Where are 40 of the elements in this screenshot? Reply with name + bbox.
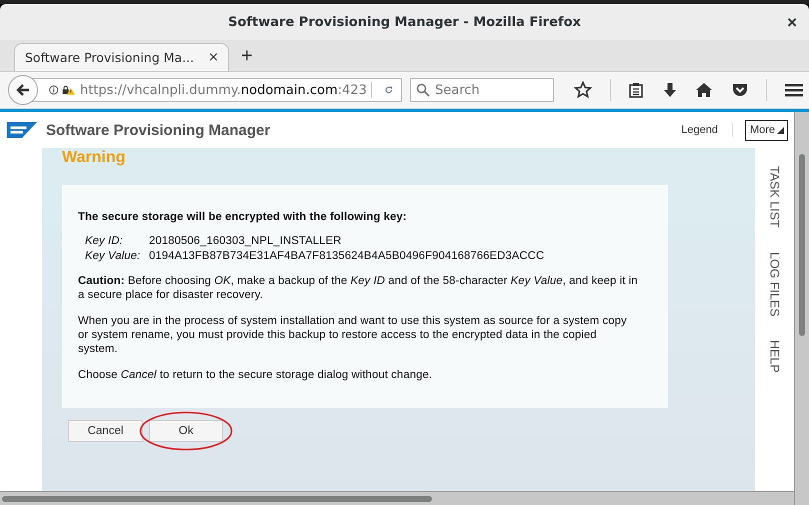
back-button[interactable] — [8, 75, 38, 105]
app-title: Software Provisioning Manager — [46, 122, 270, 138]
new-tab-button[interactable]: + — [237, 45, 257, 68]
field-label: Key ID: — [85, 235, 124, 247]
message-paragraph: Choose Cancel to return to the secure storage dialog without change. — [78, 368, 434, 382]
field-value: 0194A13FB87B734E31AF4BA7F8135624B4A5B0496F904168766ED3ACCC — [149, 250, 546, 262]
address-bar[interactable]: https://vhcalnpli.dummy.nodomain.com:423 — [32, 78, 402, 102]
side-tab[interactable]: LOG FILES — [768, 252, 782, 316]
legend-link[interactable]: Legend — [681, 124, 718, 136]
message-paragraph: When you are in the process of system installation and want to use this system as source for a system copy or system rename, you must provide this backup to restore access to the encrypted data in the copied system. — [78, 314, 628, 356]
message-heading: The secure storage will be encrypted with the following key: — [78, 211, 408, 223]
more-button[interactable]: More — [744, 120, 788, 140]
search-icon — [416, 83, 430, 97]
home-icon[interactable] — [695, 82, 714, 98]
menu-icon[interactable] — [784, 82, 803, 98]
download-icon[interactable] — [662, 82, 678, 98]
lock-warning-icon[interactable] — [62, 83, 76, 97]
field-label: Key Value: — [85, 250, 142, 262]
back-arrow-icon — [15, 82, 31, 98]
window-title: Software Provisioning Manager - Mozilla Firefox — [228, 14, 581, 30]
logo-icon — [6, 122, 38, 138]
side-tab[interactable]: HELP — [768, 340, 782, 373]
vertical-scrollbar[interactable] — [794, 112, 809, 505]
url-text: https://vhcalnpli.dummy.nodomain.com:423 — [80, 82, 367, 98]
dialog-button[interactable]: Cancel — [68, 420, 143, 442]
field-value: 20180506_160303_NPL_INSTALLER — [149, 235, 342, 247]
star-icon[interactable] — [574, 81, 592, 99]
triangle-icon — [777, 126, 784, 134]
info-icon[interactable] — [49, 83, 58, 97]
close-button[interactable]: × — [787, 13, 797, 33]
dialog-title: Warning — [62, 148, 126, 168]
horizontal-scrollbar[interactable] — [0, 491, 794, 505]
search-field[interactable]: Search — [410, 78, 554, 102]
clipboard-icon[interactable] — [628, 82, 644, 98]
dialog-button[interactable]: Ok — [149, 420, 223, 442]
pocket-icon[interactable] — [730, 82, 749, 98]
browser-tab[interactable]: Software Provisioning Ma... × — [14, 43, 229, 71]
side-tab[interactable]: TASK LIST — [768, 166, 782, 228]
tab-close-button[interactable]: × — [208, 50, 219, 65]
message-paragraph: Caution: Before choosing OK, make a backup of the Key ID and of the 58-character Key Value, and keep it in a secure place for disaster recovery. — [78, 274, 638, 302]
